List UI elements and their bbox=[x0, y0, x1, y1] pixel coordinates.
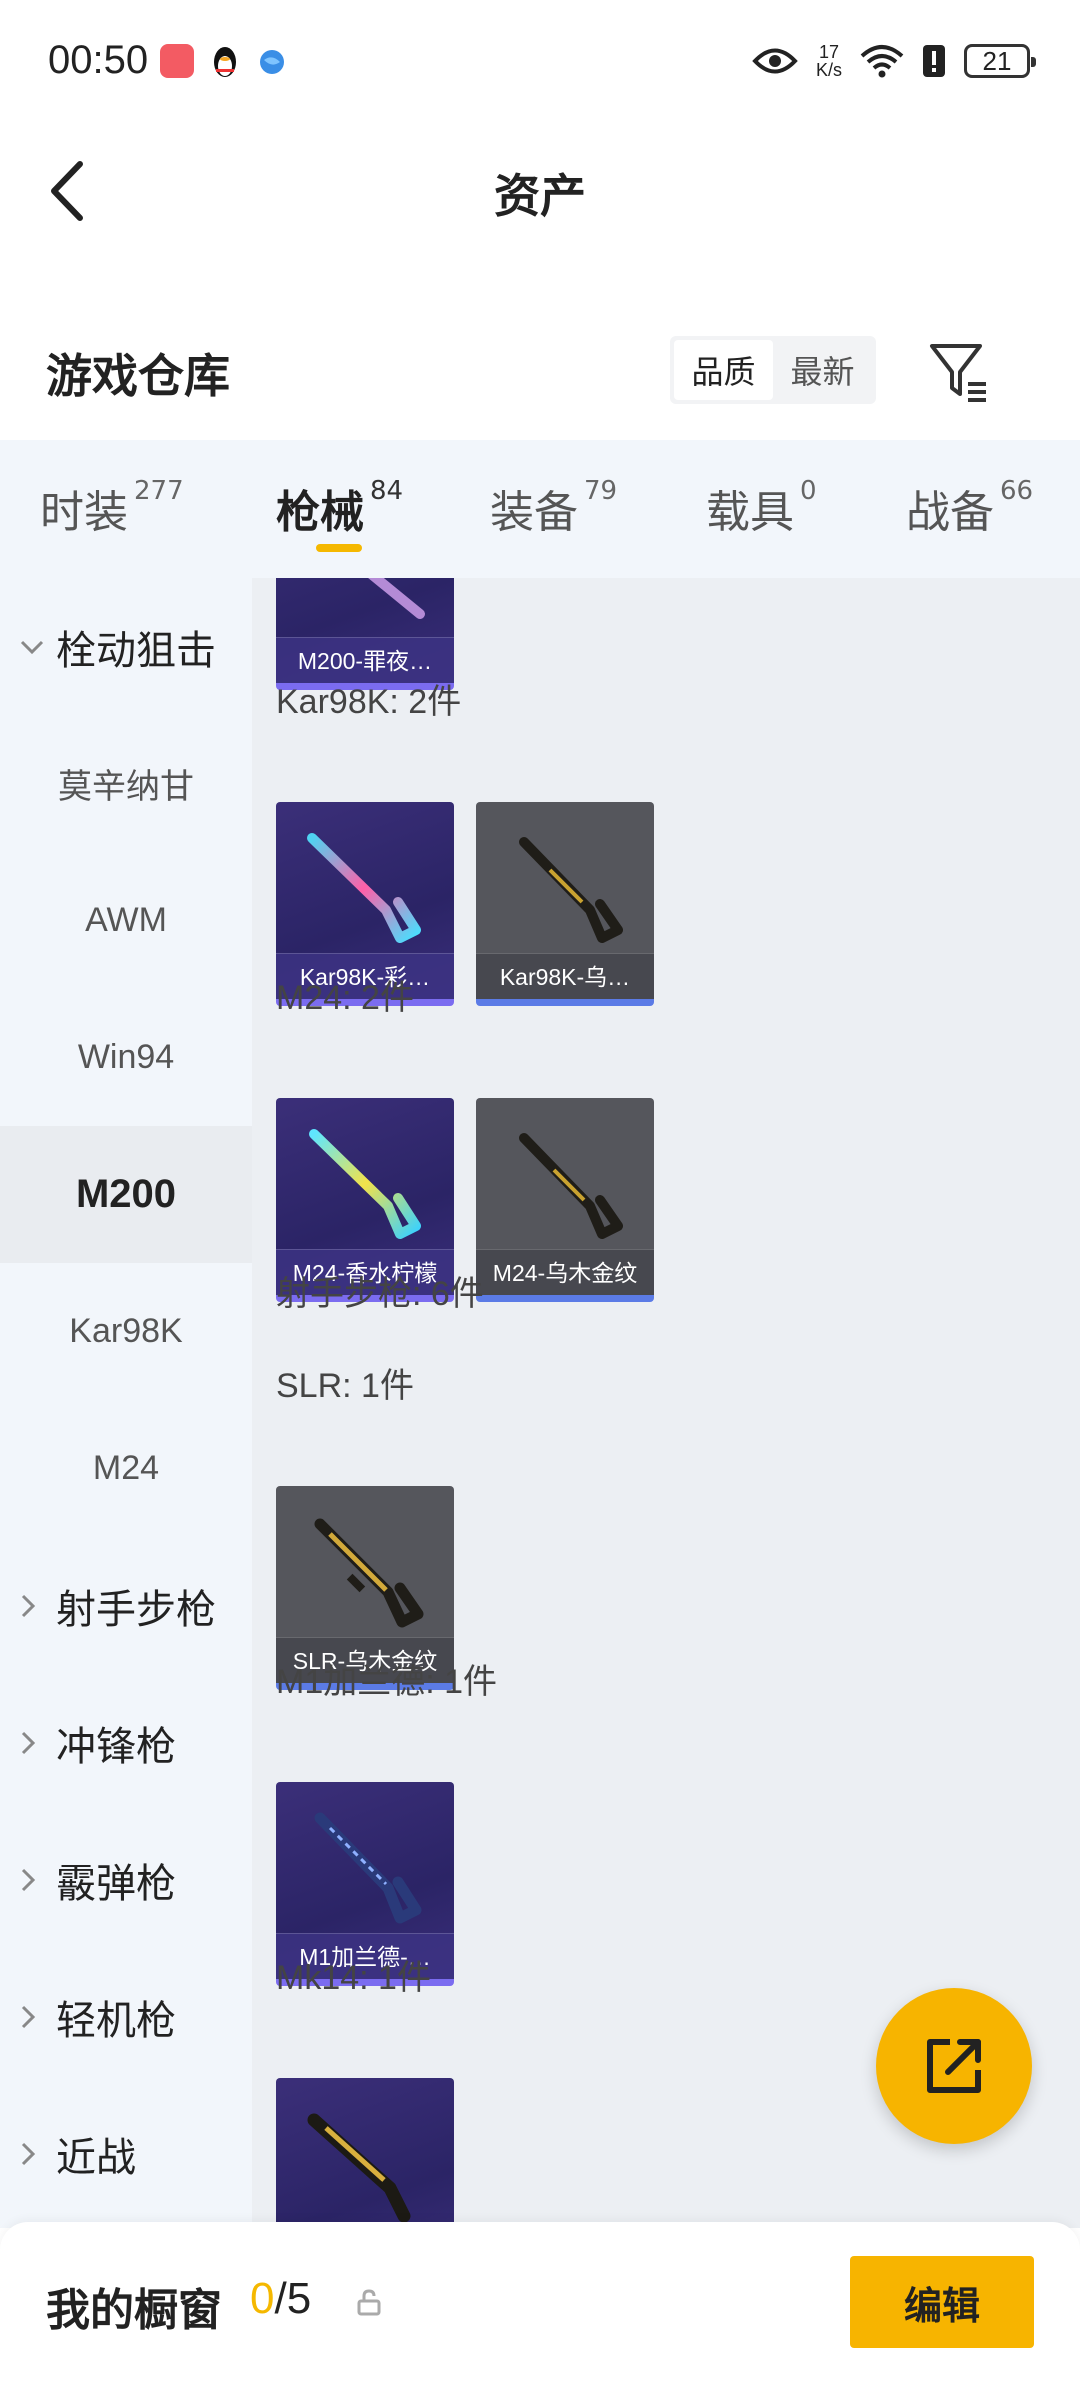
sidebar-group-melee[interactable]: 近战 bbox=[0, 2085, 252, 2222]
showcase-current: 0 bbox=[250, 2274, 275, 2323]
section-label: Mk14: 1件 bbox=[276, 1959, 431, 1997]
filter-icon bbox=[930, 344, 986, 402]
tab-label: 枪械 bbox=[276, 487, 364, 538]
sidebar-item-label: 霰弹枪 bbox=[56, 1861, 176, 1906]
sidebar-item-label: 冲锋枪 bbox=[56, 1724, 176, 1769]
item-name: M24-乌木金纹 bbox=[476, 1249, 654, 1295]
item-card[interactable]: Kar98K-乌… bbox=[476, 802, 654, 1006]
sidebar-item-m200[interactable]: M200 bbox=[0, 1126, 252, 1263]
rifle-skin-icon bbox=[314, 1518, 424, 1628]
sort-toggle: 品质 最新 bbox=[670, 336, 876, 404]
warehouse-title: 游戏仓库 bbox=[46, 349, 230, 403]
sidebar-group-smg[interactable]: 冲锋枪 bbox=[0, 1674, 252, 1811]
sidebar-group-marksman[interactable]: 射手步枪 bbox=[0, 1537, 252, 1674]
edit-button[interactable]: 编辑 bbox=[850, 2256, 1034, 2348]
sidebar-group-lmg[interactable]: 轻机枪 bbox=[0, 1948, 252, 2085]
warehouse-header: 游戏仓库 品质 最新 bbox=[0, 320, 1080, 420]
rifle-skin-icon bbox=[309, 1129, 421, 1239]
status-bar: 00:50 17 K/s 21 bbox=[0, 0, 1080, 126]
tab-fashion[interactable]: 时装 277 bbox=[40, 476, 184, 540]
rifle-skin-icon bbox=[307, 2113, 411, 2223]
sidebar-item-label: 近战 bbox=[56, 2135, 136, 2180]
section-label: M1加兰德: 1件 bbox=[276, 1663, 498, 1701]
tab-count: 277 bbox=[134, 476, 184, 506]
chevron-right-icon bbox=[20, 2085, 36, 2222]
tab-equipment[interactable]: 装备 79 bbox=[490, 476, 617, 540]
tab-firearms[interactable]: 枪械 84 bbox=[276, 476, 403, 540]
app-red-icon bbox=[160, 44, 194, 78]
item-name: Kar98K-乌… bbox=[476, 953, 654, 999]
sidebar-item-label: 轻机枪 bbox=[56, 1998, 176, 2043]
item-card[interactable]: M24-乌木金纹 bbox=[476, 1098, 654, 1302]
sidebar-group-shotgun[interactable]: 霰弹枪 bbox=[0, 1811, 252, 1948]
tab-supplies[interactable]: 战备 66 bbox=[906, 476, 1033, 540]
filter-button[interactable] bbox=[928, 340, 992, 404]
alert-icon bbox=[923, 45, 945, 77]
tab-label: 装备 bbox=[490, 487, 578, 538]
tab-vehicles[interactable]: 载具 0 bbox=[706, 476, 817, 540]
tab-count: 0 bbox=[800, 476, 817, 506]
sidebar-group-bolt-action[interactable]: 栓动狙击 bbox=[0, 578, 252, 715]
sidebar-item-label: 射手步枪 bbox=[56, 1587, 216, 1632]
section-label: Kar98K: 2件 bbox=[276, 683, 462, 721]
wifi-icon bbox=[860, 45, 904, 78]
sidebar-item-win94[interactable]: Win94 bbox=[0, 989, 252, 1126]
weapon-sidebar: 栓动狙击 莫辛纳甘 AWM Win94 M200 Kar98K M24 射手步枪… bbox=[0, 578, 252, 2228]
status-right-group: 17 K/s 21 bbox=[752, 36, 1036, 86]
tab-count: 66 bbox=[1000, 476, 1034, 506]
chevron-down-icon bbox=[20, 578, 44, 715]
active-tab-indicator bbox=[316, 544, 362, 552]
sidebar-item-awm[interactable]: AWM bbox=[0, 852, 252, 989]
sort-newest-button[interactable]: 最新 bbox=[773, 340, 872, 400]
sidebar-item-label: 栓动狙击 bbox=[56, 628, 216, 673]
eye-icon bbox=[752, 48, 798, 74]
sort-quality-button[interactable]: 品质 bbox=[674, 340, 773, 400]
page-header: 资产 bbox=[0, 126, 1080, 252]
section-label: SLR: 1件 bbox=[276, 1367, 414, 1405]
tab-label: 时装 bbox=[40, 487, 128, 538]
item-card[interactable] bbox=[276, 2078, 454, 2228]
speed-value: 17 bbox=[818, 42, 839, 62]
showcase-count: 0/5 bbox=[250, 2274, 311, 2324]
qq-penguin-icon bbox=[214, 47, 236, 77]
sidebar-item-mosin[interactable]: 莫辛纳甘 bbox=[0, 715, 252, 852]
blue-ball-icon bbox=[260, 50, 284, 74]
rifle-skin-icon bbox=[368, 578, 425, 619]
speed-unit: K/s bbox=[815, 60, 842, 80]
rifle-skin-icon bbox=[519, 1133, 623, 1239]
rifle-skin-icon bbox=[307, 833, 421, 943]
share-external-icon bbox=[927, 2039, 981, 2093]
showcase-bar: 我的橱窗 0/5 编辑 bbox=[0, 2222, 1080, 2382]
chevron-right-icon bbox=[20, 1811, 36, 1948]
lock-icon bbox=[357, 2289, 381, 2316]
tab-label: 战备 bbox=[906, 487, 994, 538]
tab-count: 79 bbox=[584, 476, 618, 506]
page-title: 资产 bbox=[494, 169, 586, 223]
rifle-skin-icon bbox=[314, 1812, 422, 1924]
tab-count: 84 bbox=[370, 476, 404, 506]
rifle-skin-icon bbox=[519, 837, 623, 943]
showcase-title: 我的橱窗 bbox=[46, 2285, 222, 2336]
section-label: M24: 2件 bbox=[276, 979, 414, 1017]
sidebar-item-kar98k[interactable]: Kar98K bbox=[0, 1263, 252, 1400]
category-tabs: 时装 277 枪械 84 装备 79 载具 0 战备 66 bbox=[0, 440, 1080, 578]
chevron-right-icon bbox=[20, 1948, 36, 2085]
status-time: 00:50 bbox=[48, 38, 149, 82]
section-label: 射手步枪: 6件 bbox=[276, 1275, 484, 1313]
showcase-total: /5 bbox=[274, 2274, 312, 2323]
tab-label: 载具 bbox=[706, 487, 794, 538]
chevron-right-icon bbox=[20, 1537, 36, 1674]
sidebar-item-m24[interactable]: M24 bbox=[0, 1400, 252, 1537]
network-speed: 17 K/s bbox=[816, 43, 842, 79]
chevron-right-icon bbox=[20, 1674, 36, 1811]
battery-icon: 21 bbox=[964, 44, 1036, 78]
item-grid: M200-罪夜… Kar98K: 2件 Kar98K-彩… Kar98K-乌… … bbox=[252, 578, 1080, 2228]
share-button[interactable] bbox=[876, 1988, 1032, 2144]
